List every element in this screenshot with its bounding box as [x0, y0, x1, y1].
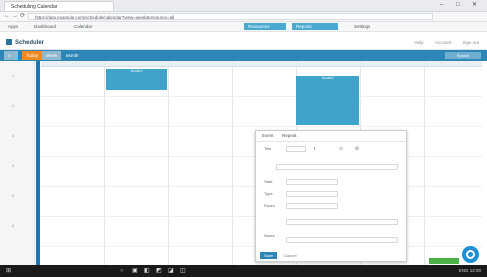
bookmark-reports[interactable]: Reports [292, 23, 338, 30]
header-link-signout[interactable]: Sign out [462, 40, 479, 45]
address-bar: ← → ⟳ https://app.example.com/schedule/c… [0, 12, 487, 22]
bookmark-dashboard[interactable]: Dashboard [30, 23, 60, 30]
bookmark-calendar[interactable]: Calendar [70, 23, 96, 30]
grid-row-divider [41, 126, 482, 127]
app-icon[interactable]: ◫ [180, 268, 186, 274]
app-icon[interactable]: ◧ [144, 268, 150, 274]
field-label-room: Room [264, 203, 275, 208]
rail-label: 3 [12, 133, 15, 138]
browser-tab[interactable]: Scheduling Calendar [4, 1, 114, 11]
month-button[interactable]: Month [62, 51, 83, 60]
bookmark-resources[interactable]: Resources [244, 23, 286, 30]
header-links: Help Account Sign out [404, 40, 479, 46]
status-bar [429, 258, 459, 264]
task-view-icon[interactable]: ▣ [132, 268, 138, 274]
rail-label: 1 [12, 73, 15, 78]
field-label-type: Type [264, 191, 273, 196]
left-rail: 1 2 3 4 5 6 [0, 61, 35, 265]
grid-column-divider [168, 61, 169, 265]
save-button[interactable]: Save [260, 252, 278, 259]
system-tray[interactable]: ENG 12:00 [459, 268, 481, 274]
calendar-event[interactable]: Booked [106, 69, 167, 90]
search-button[interactable]: Search [445, 52, 481, 59]
search-icon[interactable]: ○ [120, 268, 124, 274]
bookmarks-bar: Apps Dashboard Calendar Resources Report… [0, 22, 487, 32]
start-icon[interactable]: ⊞ [6, 268, 11, 274]
app-header: Scheduler Help Account Sign out [0, 36, 487, 50]
app-icon[interactable]: ◪ [168, 268, 174, 274]
close-icon[interactable]: ✕ [472, 2, 477, 9]
app-name: Scheduler [15, 40, 45, 46]
rail-label: 4 [12, 163, 15, 168]
app-icon[interactable]: ◩ [156, 268, 162, 274]
app-logo[interactable]: Scheduler [6, 39, 44, 47]
type-field[interactable] [286, 191, 338, 197]
header-link-account[interactable]: Account [435, 40, 451, 45]
details-field[interactable] [286, 219, 398, 225]
browser-tab-bar: Scheduling Calendar – □ ✕ [0, 0, 487, 12]
reload-icon[interactable]: ⟳ [20, 13, 25, 20]
help-button[interactable] [462, 246, 479, 263]
dialog-tabs: Event Repeat [256, 131, 406, 142]
header-link-help[interactable]: Help [414, 40, 423, 45]
grid-row-divider [41, 96, 482, 97]
attachment-icon[interactable]: ⊙ [338, 146, 344, 152]
grid-column-divider [424, 61, 425, 265]
forward-icon[interactable]: → [12, 13, 18, 20]
field-label-notes: Notes [264, 233, 275, 238]
calendar-toolbar: ≡ Today Week Month Search [0, 50, 487, 61]
tab-repeat[interactable]: Repeat [282, 133, 297, 139]
bookmark-apps[interactable]: Apps [4, 23, 22, 30]
calendar-event[interactable]: Booked [296, 76, 359, 125]
grid-column-divider [232, 61, 233, 265]
help-icon [466, 250, 475, 259]
maximize-icon[interactable]: □ [456, 2, 460, 9]
rail-label: 5 [12, 193, 15, 198]
bookmark-settings[interactable]: Settings [350, 23, 374, 30]
field-label-title: Title [264, 146, 272, 151]
color-icon[interactable]: ◐ [312, 146, 318, 152]
event-dialog: Event Repeat Title ◐ ⊙ ⚙ Start Type Room… [255, 130, 407, 262]
rail-label: 6 [12, 223, 15, 228]
menu-button[interactable]: ≡ [4, 51, 18, 60]
title-field[interactable] [286, 146, 306, 152]
tab-event[interactable]: Event [262, 133, 274, 139]
settings-icon[interactable]: ⚙ [354, 146, 360, 152]
description-field[interactable] [276, 164, 398, 170]
today-button[interactable]: Today [22, 51, 43, 60]
current-time-bar [36, 61, 40, 265]
os-taskbar: ⊞ ○ ▣ ◧ ◩ ◪ ◫ ENG 12:00 [0, 265, 487, 277]
column-header-row [41, 61, 482, 67]
rail-label: 2 [12, 103, 15, 108]
logo-icon [6, 39, 12, 45]
field-label-start: Start [264, 179, 273, 184]
room-field[interactable] [286, 203, 338, 209]
week-button[interactable]: Week [42, 51, 62, 60]
grid-column-divider [104, 61, 105, 265]
notes-field[interactable] [286, 237, 398, 243]
cancel-button[interactable]: Cancel [280, 252, 300, 259]
url-input[interactable]: https://app.example.com/schedule/calenda… [28, 13, 433, 20]
start-field[interactable] [286, 179, 338, 185]
minimize-icon[interactable]: – [440, 2, 443, 9]
back-icon[interactable]: ← [4, 13, 10, 20]
